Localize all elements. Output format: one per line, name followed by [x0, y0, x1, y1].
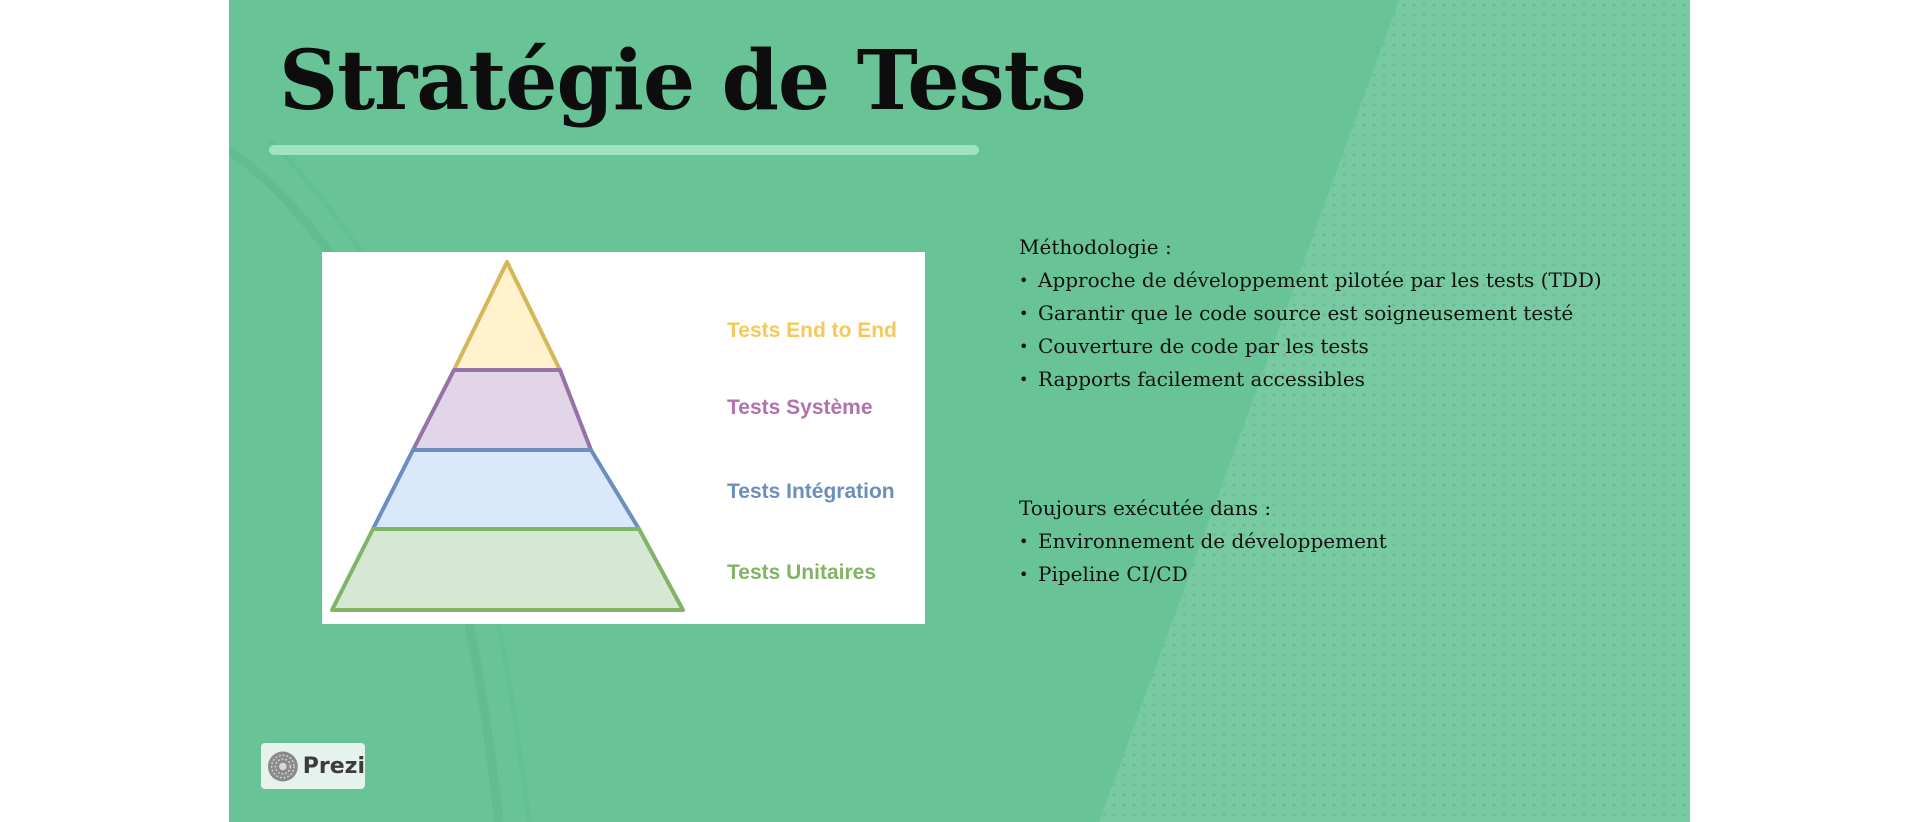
- pyramid-label-systeme: Tests Système: [727, 396, 873, 419]
- slide-title: Stratégie de Tests: [279, 33, 1087, 129]
- pyramid-label-integration: Tests Intégration: [727, 480, 895, 503]
- methodology-item: Couverture de code par les tests: [1019, 330, 1602, 363]
- pyramid-label-end-to-end: Tests End to End: [727, 319, 897, 342]
- pyramid-tier-integration: [371, 448, 641, 531]
- execution-list: Environnement de développement Pipeline …: [1019, 525, 1387, 591]
- title-underline: [269, 145, 979, 155]
- slide: Stratégie de Tests Tests End to End Test…: [229, 0, 1690, 822]
- prezi-badge[interactable]: Prezi: [261, 743, 365, 789]
- methodology-item: Approche de développement pilotée par le…: [1019, 264, 1602, 297]
- pyramid-tier-end-to-end: [452, 260, 562, 372]
- methodology-section: Méthodologie : Approche de développement…: [1019, 231, 1602, 396]
- execution-item: Pipeline CI/CD: [1019, 558, 1387, 591]
- methodology-item: Garantir que le code source est soigneus…: [1019, 297, 1602, 330]
- methodology-heading: Méthodologie :: [1019, 235, 1172, 259]
- prezi-label: Prezi: [302, 753, 365, 779]
- execution-item: Environnement de développement: [1019, 525, 1387, 558]
- prezi-logo-icon: [267, 751, 298, 781]
- execution-heading: Toujours exécutée dans :: [1019, 496, 1272, 520]
- execution-section: Toujours exécutée dans : Environnement d…: [1019, 492, 1387, 591]
- methodology-list: Approche de développement pilotée par le…: [1019, 264, 1602, 396]
- test-pyramid-figure: Tests End to End Tests Système Tests Int…: [322, 252, 925, 624]
- methodology-item: Rapports facilement accessibles: [1019, 363, 1602, 396]
- pyramid-tier-systeme: [411, 368, 593, 452]
- pyramid-label-unitaires: Tests Unitaires: [727, 561, 876, 584]
- pyramid-tier-unitaires: [330, 527, 685, 612]
